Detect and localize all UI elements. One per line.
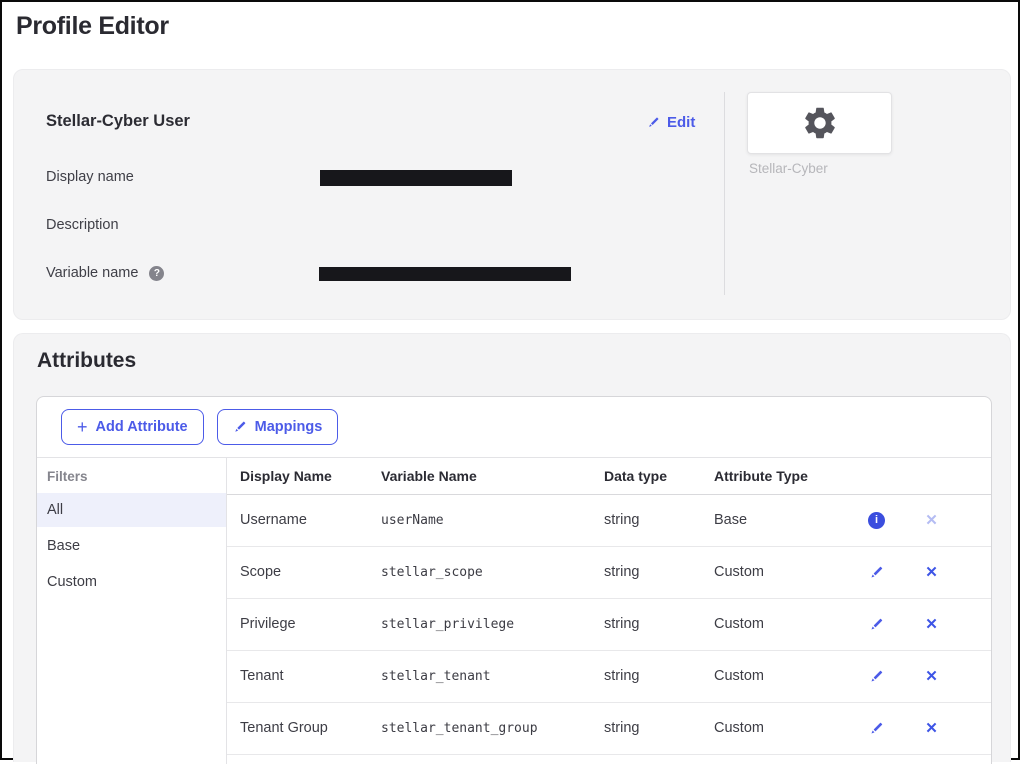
column-header-actions — [848, 458, 991, 494]
profile-summary-card: Stellar-Cyber User Edit Display name Des… — [13, 69, 1011, 320]
table-row: Tenantstellar_tenantstringCustom ✕ — [227, 650, 991, 702]
filters-list: AllBaseCustom — [37, 493, 226, 599]
cell-data-type: string — [592, 546, 702, 598]
filter-item-all[interactable]: All — [37, 493, 226, 527]
cell-actions: ✕ — [848, 650, 991, 702]
table-row: Tenant Groupstellar_tenant_groupstringCu… — [227, 702, 991, 754]
cell-variable-name: stellar_tenant_group — [369, 702, 592, 754]
cell-data-type: string — [592, 494, 702, 546]
app-logo-caption: Stellar-Cyber — [749, 161, 828, 176]
cell-actions: i✕ — [848, 494, 991, 546]
pencil-icon — [233, 420, 247, 434]
attributes-body: Filters AllBaseCustom Display NameVariab… — [37, 458, 991, 764]
profile-card-title: Stellar-Cyber User — [46, 112, 190, 131]
gear-icon — [800, 104, 840, 142]
cell-actions: ✕ — [848, 546, 991, 598]
table-row: UsernameuserNamestringBasei✕ — [227, 494, 991, 546]
filters-label: Filters — [37, 467, 226, 493]
variable-name-label-text: Variable name — [46, 265, 138, 281]
cell-attribute-type: Custom — [702, 650, 848, 702]
cell-attribute-type: Custom — [702, 598, 848, 650]
vertical-divider — [724, 92, 725, 295]
display-name-value-redacted — [320, 170, 512, 186]
display-name-label: Display name — [46, 169, 134, 185]
column-header-data-type: Data type — [592, 458, 702, 494]
attributes-heading: Attributes — [37, 349, 136, 373]
app-logo-card — [747, 92, 892, 154]
column-header-display-name: Display Name — [227, 458, 369, 494]
cell-data-type: string — [592, 650, 702, 702]
info-icon[interactable]: i — [868, 512, 885, 529]
variable-name-label: Variable name ? — [46, 265, 164, 281]
cell-variable-name: stellar_scope — [369, 546, 592, 598]
plus-icon: + — [77, 418, 88, 436]
cell-attribute-type: Base — [702, 494, 848, 546]
attributes-section: Attributes + Add Attribute Mappings Filt… — [13, 333, 1011, 762]
cell-variable-name: stellar_tenant — [369, 650, 592, 702]
pencil-icon — [647, 116, 660, 129]
delete-attribute-button-disabled: ✕ — [923, 510, 940, 530]
page-title: Profile Editor — [16, 12, 169, 41]
description-label: Description — [46, 217, 119, 233]
attributes-table-body: UsernameuserNamestringBasei✕Scopestellar… — [227, 494, 991, 754]
cell-data-type: string — [592, 598, 702, 650]
pencil-icon — [869, 669, 884, 684]
cell-display-name: Privilege — [227, 598, 369, 650]
close-icon: ✕ — [925, 513, 938, 528]
edit-label: Edit — [667, 114, 695, 131]
filter-item-custom[interactable]: Custom — [37, 565, 226, 599]
delete-attribute-button[interactable]: ✕ — [923, 562, 940, 582]
column-header-attribute-type: Attribute Type — [702, 458, 848, 494]
attributes-table-area: Display NameVariable NameData typeAttrib… — [227, 458, 991, 764]
pencil-icon — [869, 617, 884, 632]
row-actions: ✕ — [868, 599, 991, 650]
table-row: Privilegestellar_privilegestringCustom ✕ — [227, 598, 991, 650]
mappings-label: Mappings — [255, 419, 323, 435]
close-icon: ✕ — [925, 669, 938, 684]
add-attribute-button[interactable]: + Add Attribute — [61, 409, 204, 445]
edit-attribute-button[interactable] — [868, 562, 885, 582]
delete-attribute-button[interactable]: ✕ — [923, 718, 940, 738]
cell-actions: ✕ — [848, 702, 991, 754]
cell-variable-name: stellar_privilege — [369, 598, 592, 650]
close-icon: ✕ — [925, 617, 938, 632]
variable-name-value-redacted — [319, 267, 571, 281]
cell-data-type: string — [592, 702, 702, 754]
add-attribute-label: Add Attribute — [96, 419, 188, 435]
edit-profile-button[interactable]: Edit — [647, 114, 695, 131]
attributes-table: Display NameVariable NameData typeAttrib… — [227, 458, 991, 755]
delete-attribute-button[interactable]: ✕ — [923, 614, 940, 634]
cell-attribute-type: Custom — [702, 702, 848, 754]
cell-variable-name: userName — [369, 494, 592, 546]
filter-item-base[interactable]: Base — [37, 529, 226, 563]
pencil-icon — [869, 565, 884, 580]
help-icon[interactable]: ? — [149, 266, 164, 281]
cell-actions: ✕ — [848, 598, 991, 650]
attributes-toolbar: + Add Attribute Mappings — [37, 397, 991, 458]
cell-display-name: Tenant Group — [227, 702, 369, 754]
edit-attribute-button[interactable] — [868, 666, 885, 686]
edit-attribute-button[interactable] — [868, 718, 885, 738]
row-actions: ✕ — [868, 703, 991, 754]
cell-display-name: Username — [227, 494, 369, 546]
column-header-variable-name: Variable Name — [369, 458, 592, 494]
row-actions: i✕ — [868, 495, 991, 546]
attributes-container: + Add Attribute Mappings Filters AllBase… — [36, 396, 992, 764]
edit-attribute-button[interactable] — [868, 614, 885, 634]
cell-attribute-type: Custom — [702, 546, 848, 598]
cell-display-name: Tenant — [227, 650, 369, 702]
attributes-table-head-row: Display NameVariable NameData typeAttrib… — [227, 458, 991, 494]
row-actions: ✕ — [868, 547, 991, 598]
close-icon: ✕ — [925, 721, 938, 736]
filters-panel: Filters AllBaseCustom — [37, 458, 227, 764]
pencil-icon — [869, 721, 884, 736]
cell-display-name: Scope — [227, 546, 369, 598]
mappings-button[interactable]: Mappings — [217, 409, 339, 445]
close-icon: ✕ — [925, 565, 938, 580]
row-actions: ✕ — [868, 651, 991, 702]
delete-attribute-button[interactable]: ✕ — [923, 666, 940, 686]
table-row: Scopestellar_scopestringCustom ✕ — [227, 546, 991, 598]
